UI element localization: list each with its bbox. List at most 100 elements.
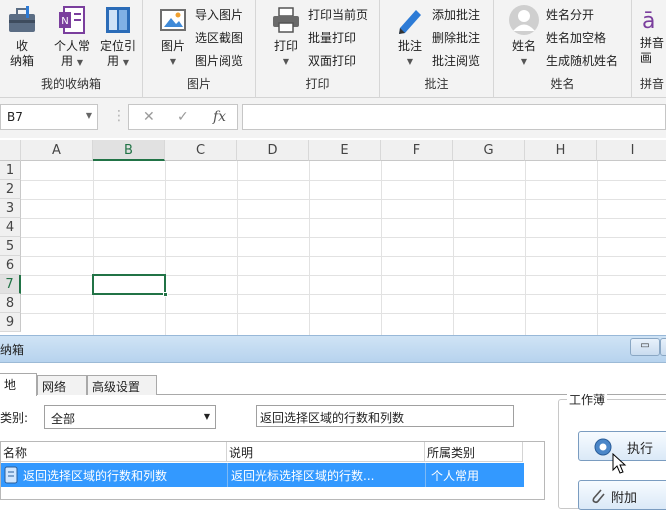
formula-bar: B7 ▼ ⋮ ✕ ✓ fx xyxy=(0,98,666,138)
restore-button[interactable]: ▭ xyxy=(630,338,660,356)
table-cell-category: 个人常用 xyxy=(431,469,480,483)
panel-title-bar[interactable]: 纳箱 ▭ ✕ xyxy=(0,335,666,363)
print-label: 打印 xyxy=(273,39,298,53)
column-header[interactable]: D xyxy=(237,140,309,161)
duplex-print-button[interactable]: 双面打印 xyxy=(308,52,356,69)
svg-text:N: N xyxy=(61,16,68,27)
cancel-icon[interactable]: ✕ xyxy=(143,109,155,125)
pinyin-label-2: 画 xyxy=(640,51,653,65)
comment-preview-button[interactable]: 批注阅览 xyxy=(432,52,480,69)
row-header[interactable]: 9 xyxy=(0,313,21,332)
close-button[interactable]: ✕ xyxy=(660,338,666,356)
formula-input[interactable] xyxy=(242,104,666,130)
row-header[interactable]: 1 xyxy=(0,161,21,180)
ribbon-group-label: 拼音 xyxy=(640,77,665,91)
toolbox-icon xyxy=(6,4,38,36)
storage-box-button[interactable]: 收 纳箱 xyxy=(4,4,40,69)
fill-handle[interactable] xyxy=(163,292,168,297)
table-header-desc[interactable]: 说明 xyxy=(227,442,425,462)
row-header[interactable]: 2 xyxy=(0,180,21,199)
column-header-selected[interactable]: B xyxy=(93,140,165,161)
attach-button[interactable]: 附加 xyxy=(578,480,666,510)
name-label: 姓名 xyxy=(511,39,536,53)
chevron-down-icon: ▼ xyxy=(406,57,414,66)
ribbon-group-print: 打印 ▼ 打印当前页 批量打印 双面打印 打印 xyxy=(256,0,380,98)
row-header[interactable]: 8 xyxy=(0,294,21,313)
ribbon-group-label: 打印 xyxy=(305,77,330,91)
column-header[interactable]: H xyxy=(525,140,597,161)
select-all-corner[interactable] xyxy=(0,140,21,161)
storage-box-label-1: 收 xyxy=(15,39,28,53)
name-box[interactable]: B7 ▼ xyxy=(0,104,98,130)
tab-network[interactable]: 网络 xyxy=(37,375,87,395)
row-header[interactable]: 6 xyxy=(0,256,21,275)
table-header-name[interactable]: 名称 xyxy=(1,442,227,462)
locate-reference-label-2: 用 ▼ xyxy=(96,54,140,70)
screenshot-selection-button[interactable]: 选区截图 xyxy=(195,29,243,46)
split-name-button[interactable]: 姓名分开 xyxy=(546,6,594,23)
panel-title: 纳箱 xyxy=(0,343,25,357)
row-header[interactable]: 4 xyxy=(0,218,21,237)
random-name-button[interactable]: 生成随机姓名 xyxy=(546,52,618,69)
column-header[interactable]: F xyxy=(381,140,453,161)
comment-button[interactable]: 批注 ▼ xyxy=(392,4,428,69)
ribbon-group-label: 批注 xyxy=(424,77,449,91)
pinyin-button[interactable]: ā 拼音 画 xyxy=(640,4,666,66)
chevron-down-icon[interactable]: ▼ xyxy=(204,412,210,421)
chevron-down-icon[interactable]: ▼ xyxy=(86,111,92,120)
column-header[interactable]: A xyxy=(21,140,93,161)
formula-buttons: ✕ ✓ fx xyxy=(128,104,238,130)
function-table: 名称 说明 所属类别 返回选择区域的行数和列数 返回光标选择区域的行数... 个… xyxy=(0,441,545,500)
ribbon-group-comment: 批注 ▼ 添加批注 删除批注 批注阅览 批注 xyxy=(380,0,494,98)
grid-line xyxy=(21,313,666,314)
column-header[interactable]: C xyxy=(165,140,237,161)
column-header[interactable]: E xyxy=(309,140,381,161)
ribbon-group-name: 姓名 ▼ 姓名分开 姓名加空格 生成随机姓名 姓名 xyxy=(494,0,632,98)
enter-icon[interactable]: ✓ xyxy=(177,109,189,125)
execute-icon xyxy=(593,437,613,461)
batch-print-button[interactable]: 批量打印 xyxy=(308,29,356,46)
row-header-selected[interactable]: 7 xyxy=(0,275,21,294)
picture-label: 图片 xyxy=(160,39,185,53)
print-current-page-button[interactable]: 打印当前页 xyxy=(308,6,368,23)
function-file-icon xyxy=(3,466,19,487)
search-input[interactable]: 返回选择区域的行数和列数 xyxy=(256,405,514,427)
name-button[interactable]: 姓名 ▼ xyxy=(504,4,544,69)
tab-local[interactable]: 地 xyxy=(0,373,37,396)
ribbon-group-picture: 图片 ▼ 导入图片 选区截图 图片阅览 图片 xyxy=(143,0,256,98)
grid-line xyxy=(381,161,382,335)
function-icon[interactable]: fx xyxy=(213,109,226,125)
column-header[interactable]: G xyxy=(453,140,525,161)
tab-advanced-settings[interactable]: 高级设置 xyxy=(87,375,157,395)
ribbon: 收 纳箱 N 个人常 用 ▼ 定位引 用 ▼ 我的收纳箱 图片 ▼ 导入图片 选… xyxy=(0,0,666,98)
name-add-space-button[interactable]: 姓名加空格 xyxy=(546,29,606,46)
column-header[interactable]: I xyxy=(597,140,666,161)
pinyin-icon: ā xyxy=(640,4,666,36)
spreadsheet-grid[interactable]: A B C D E F G H I 1 2 3 4 5 6 7 8 9 xyxy=(0,140,666,335)
locate-reference-button[interactable]: 定位引 用 ▼ xyxy=(96,4,140,70)
pinyin-label-1: 拼音 xyxy=(640,36,665,50)
cell-separator xyxy=(425,463,426,487)
import-picture-button[interactable]: 导入图片 xyxy=(195,6,243,23)
chevron-down-icon: ▼ xyxy=(169,57,177,66)
picture-button[interactable]: 图片 ▼ xyxy=(155,4,191,69)
delete-comment-button[interactable]: 删除批注 xyxy=(432,29,480,46)
personal-common-label-2-text: 用 xyxy=(61,54,74,68)
picture-icon xyxy=(157,4,189,36)
ribbon-group-label: 图片 xyxy=(186,77,211,91)
personal-common-button[interactable]: N 个人常 用 ▼ xyxy=(50,4,94,70)
row-header[interactable]: 3 xyxy=(0,199,21,218)
add-comment-button[interactable]: 添加批注 xyxy=(432,6,480,23)
chevron-down-icon: ▼ xyxy=(520,57,528,66)
category-label: 类别: xyxy=(0,411,29,425)
grid-line xyxy=(21,180,666,181)
comment-label: 批注 xyxy=(397,39,422,53)
print-button[interactable]: 打印 ▼ xyxy=(266,4,306,69)
table-cell-name: 返回选择区域的行数和列数 xyxy=(23,469,168,483)
ribbon-group-pinyin: ā 拼音 画 拼音 xyxy=(632,0,666,98)
row-header[interactable]: 5 xyxy=(0,237,21,256)
table-header-category[interactable]: 所属类别 xyxy=(425,442,523,462)
active-cell[interactable] xyxy=(92,274,168,297)
category-select[interactable]: 全部 ▼ xyxy=(44,405,216,429)
picture-preview-button[interactable]: 图片阅览 xyxy=(195,52,243,69)
